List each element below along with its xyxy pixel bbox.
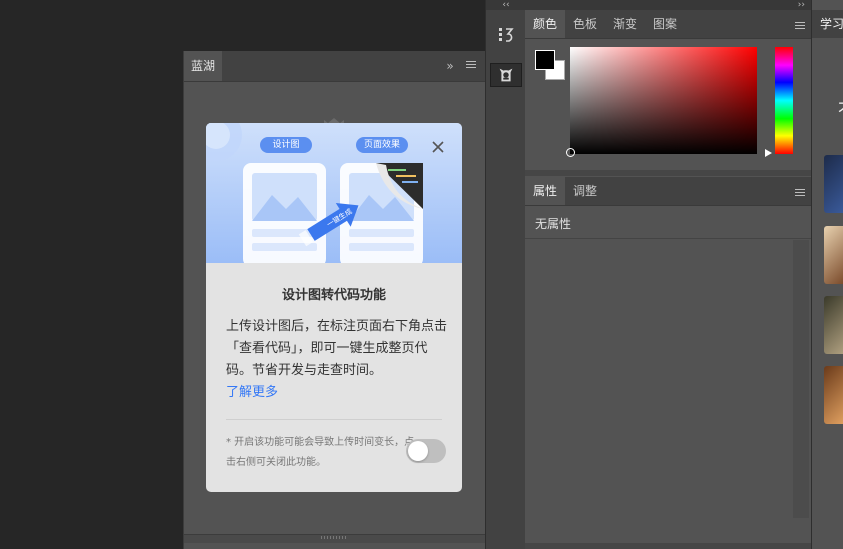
color-picker-field[interactable] [570, 47, 757, 154]
collapse-left-icon[interactable]: ‹‹ [486, 0, 526, 10]
panel-menu-icon[interactable] [466, 59, 480, 73]
tab-learn[interactable]: 学习 [820, 10, 843, 38]
collapse-right-icon[interactable]: ›› [525, 0, 811, 10]
badge-design: 设计图 [272, 140, 300, 150]
tutorial-thumbnail[interactable] [824, 296, 843, 354]
panel-menu-icon[interactable] [795, 20, 805, 29]
history-brush-icon[interactable] [490, 20, 522, 48]
toggle-knob [408, 441, 428, 461]
card-title: 设计图转代码功能 [281, 288, 386, 303]
tab-adjustments[interactable]: 调整 [565, 177, 605, 205]
tab-swatches[interactable]: 色板 [565, 10, 605, 38]
learn-panel: 学习 不 [811, 0, 843, 549]
divider [525, 238, 811, 239]
panel-divider [525, 170, 811, 176]
illustration-graphic [206, 123, 423, 263]
color-picker-cursor[interactable] [566, 148, 575, 157]
scrollbar[interactable] [793, 240, 809, 518]
tutorial-thumbnail[interactable] [824, 226, 843, 284]
learn-panel-tabs: 学习 [812, 10, 843, 38]
properties-panel-tabs: 属性 调整 [525, 177, 811, 206]
lanhu-plugin-icon[interactable] [490, 63, 522, 87]
lanhu-panel-header: 蓝湖 » [184, 51, 486, 82]
resize-grip[interactable] [321, 536, 347, 539]
hue-slider-marker[interactable] [765, 149, 772, 157]
learn-heading-partial: 不 [838, 96, 843, 120]
badge-page-effect: 页面效果 [363, 140, 400, 150]
right-panel-dock: ›› 颜色 色板 渐变 图案 属性 调整 无属性 [525, 0, 811, 549]
tab-patterns[interactable]: 图案 [645, 10, 685, 38]
panel-menu-icon[interactable] [795, 187, 805, 196]
hue-slider[interactable] [775, 47, 793, 154]
tab-gradients[interactable]: 渐变 [605, 10, 645, 38]
card-description: 上传设计图后，在标注页面右下角点击「查看代码」，即可一键生成整页代码。节省开发与… [226, 319, 448, 378]
color-panel-tabs: 颜色 色板 渐变 图案 [525, 10, 811, 39]
close-icon[interactable] [430, 139, 446, 155]
tab-lanhu[interactable]: 蓝湖 [184, 51, 222, 81]
tab-properties[interactable]: 属性 [525, 177, 565, 205]
feature-intro-card: 设计图 页面效果 一键生成 设计图转代码功能 上传设计图后，在标注页面右下角点击… [206, 123, 462, 492]
tool-column: ‹‹ [485, 0, 527, 549]
tab-color[interactable]: 颜色 [525, 10, 565, 38]
tutorial-thumbnail[interactable] [824, 155, 843, 213]
tutorial-thumbnail[interactable] [824, 366, 843, 424]
feature-illustration: 设计图 页面效果 一键生成 [206, 123, 462, 263]
foreground-color-swatch[interactable] [535, 50, 555, 70]
learn-more-link[interactable]: 了解更多 [226, 382, 278, 404]
double-chevron-right-icon[interactable]: » [443, 59, 457, 73]
feature-toggle[interactable] [406, 439, 446, 463]
card-note: * 开启该功能可能会导致上传时间变长，点击右侧可关闭此功能。 [226, 437, 415, 468]
no-properties-label: 无属性 [535, 217, 572, 231]
divider [226, 419, 442, 420]
panel-footer [525, 543, 811, 549]
